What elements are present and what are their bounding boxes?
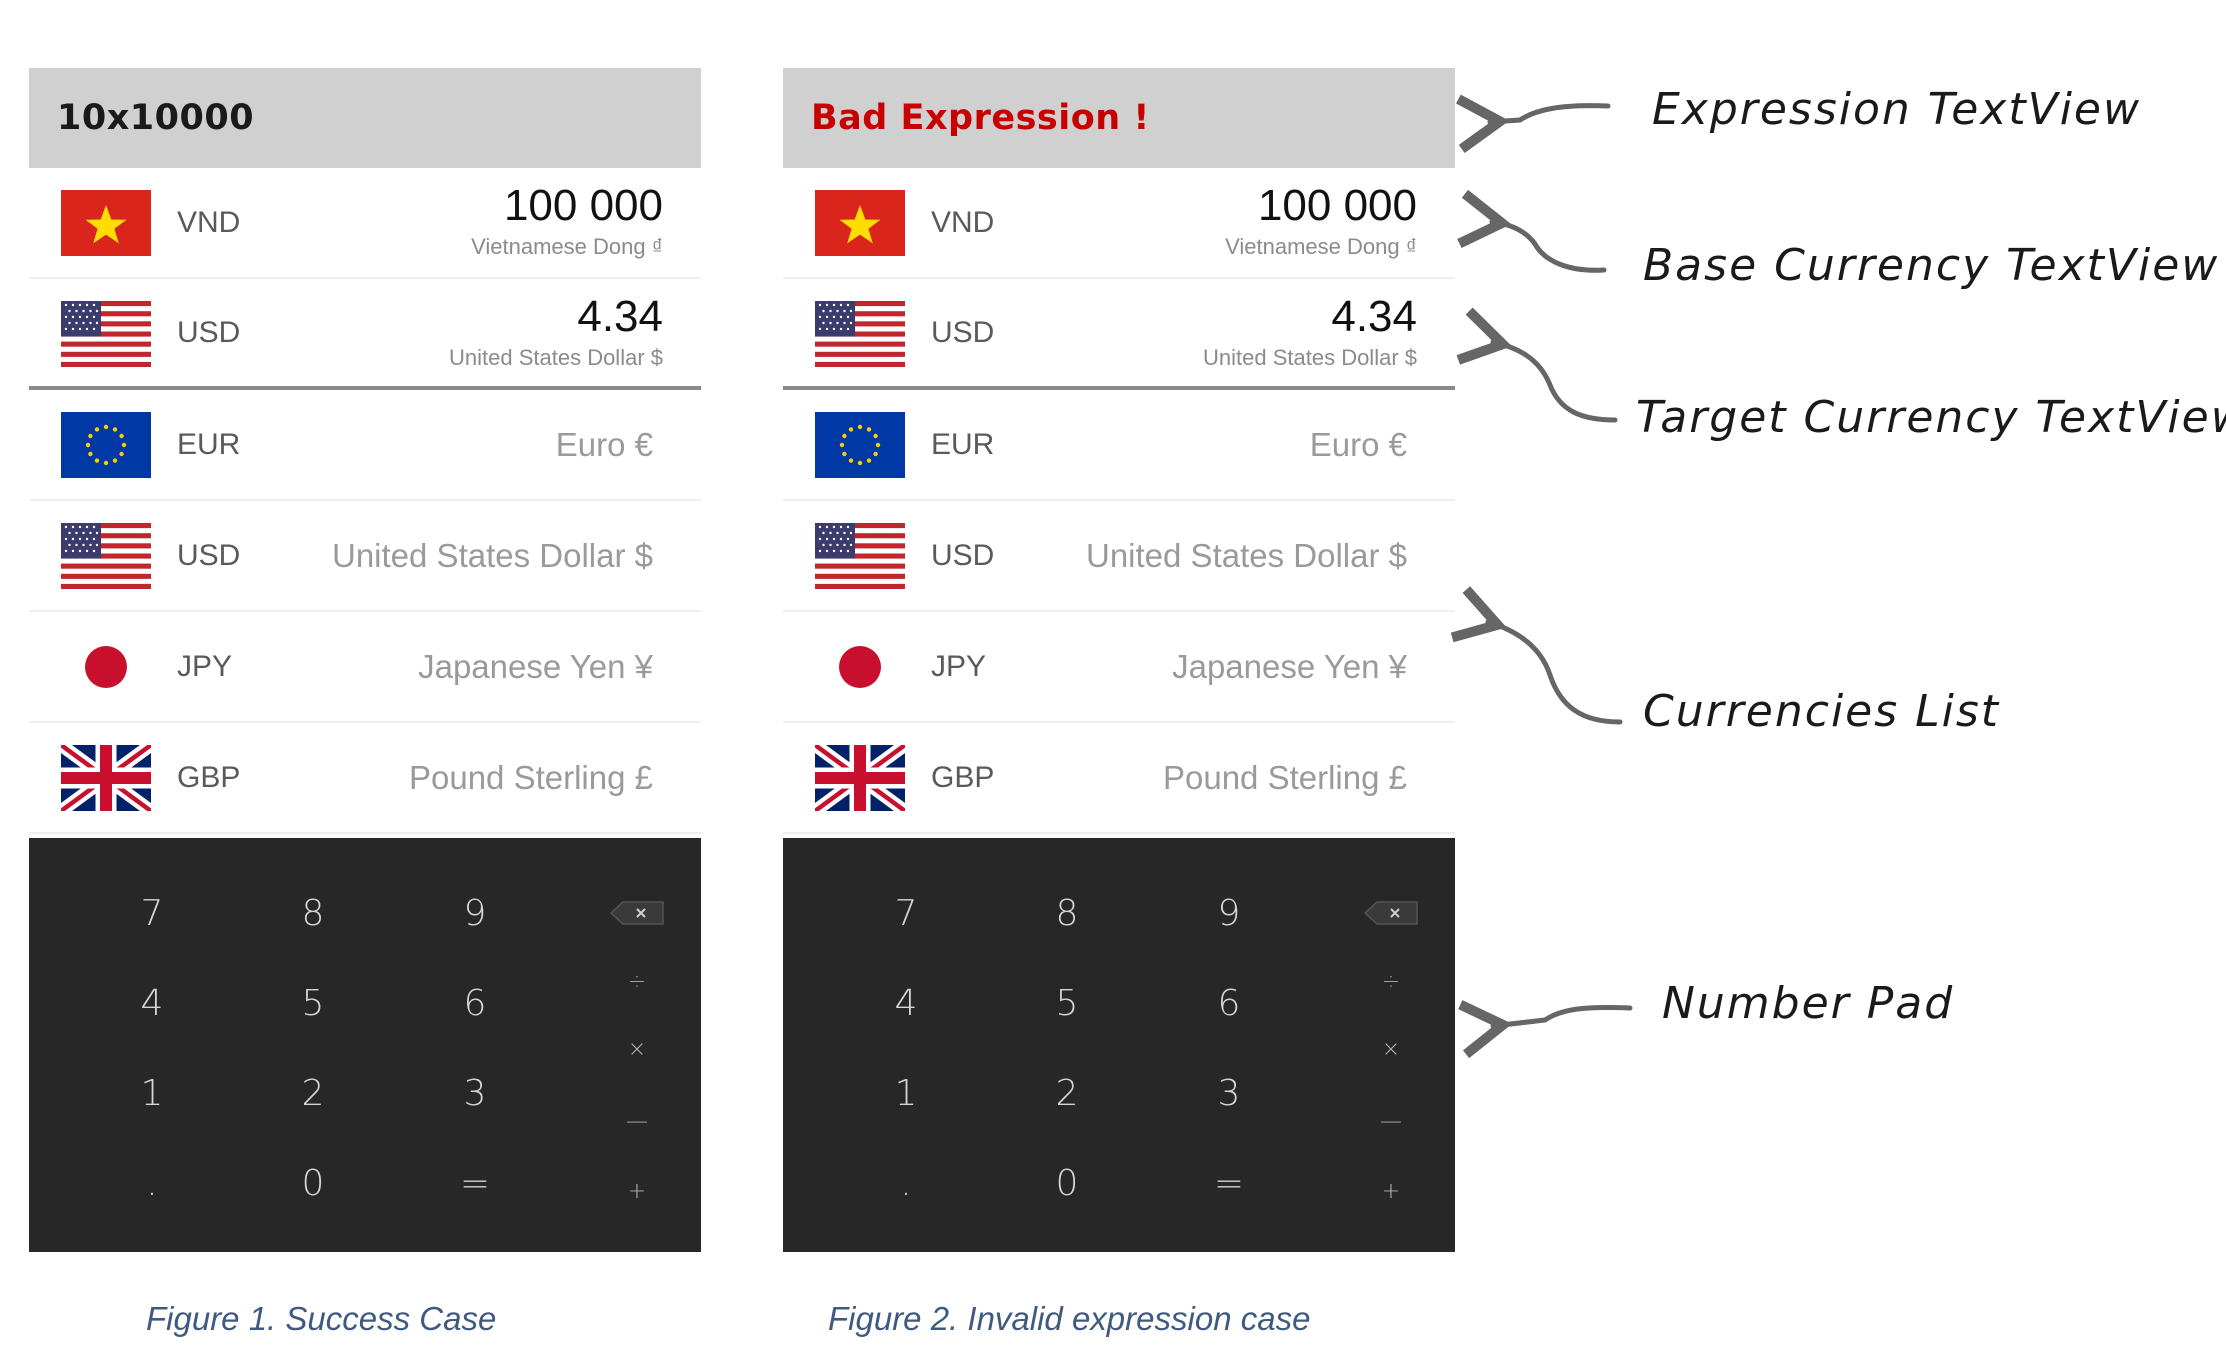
arrow-target: [1456, 307, 1618, 423]
label-currencies-list: Currencies List: [1643, 686, 2001, 737]
annotation-arrows: [1450, 94, 1633, 1059]
arrow-pad: [1458, 1000, 1633, 1059]
label-target-currency-textview: Target Currency TextView: [1636, 392, 2226, 443]
arrow-expression: [1456, 94, 1611, 153]
label-base-currency-textview: Base Currency TextView: [1643, 240, 2220, 291]
label-expression-textview: Expression TextView: [1652, 84, 2141, 135]
arrow-list: [1450, 586, 1623, 725]
arrow-base: [1457, 189, 1607, 273]
label-number-pad: Number Pad: [1662, 978, 1955, 1029]
